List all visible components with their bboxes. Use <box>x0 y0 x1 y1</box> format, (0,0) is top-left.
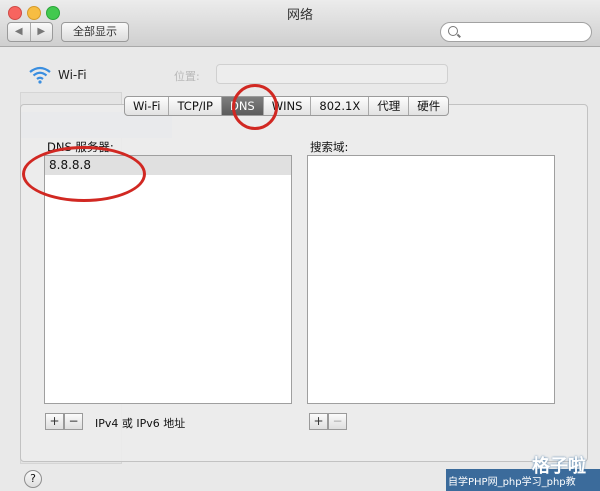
dns-address-hint: IPv4 或 IPv6 地址 <box>95 417 186 430</box>
location-label: 位置: <box>174 70 200 83</box>
add-dns-server-button[interactable]: + <box>45 413 64 430</box>
tab-tcpip[interactable]: TCP/IP <box>169 97 222 115</box>
service-name: Wi-Fi <box>58 68 87 82</box>
search-domains-list[interactable] <box>307 155 555 404</box>
search-domains-label: 搜索域: <box>310 140 349 154</box>
back-button[interactable]: ◀ <box>8 23 31 41</box>
tab-hardware[interactable]: 硬件 <box>409 97 448 115</box>
search-icon <box>448 26 458 36</box>
dns-server-highlight-circle <box>22 146 146 202</box>
window-title: 网络 <box>286 8 313 23</box>
wifi-icon <box>29 66 51 84</box>
remove-dns-server-button[interactable]: − <box>64 413 83 430</box>
settings-tabs: Wi-Fi TCP/IP DNS WINS 802.1X 代理 硬件 <box>124 96 450 116</box>
watermark-site: 自学PHP网_php学习_php教 <box>448 477 576 488</box>
remove-search-domain-button[interactable]: − <box>328 413 347 430</box>
help-button[interactable]: ? <box>24 470 42 488</box>
tab-wifi[interactable]: Wi-Fi <box>125 97 170 115</box>
show-all-button[interactable]: 全部显示 <box>61 22 129 42</box>
back-forward-buttons: ◀ ▶ <box>7 22 53 42</box>
network-preferences-window: 网络 ◀ ▶ 全部显示 Wi-Fi 位置: Wi-Fi TCP/IP DNS W… <box>0 0 600 491</box>
forward-button[interactable]: ▶ <box>31 23 53 41</box>
tab-8021x[interactable]: 802.1X <box>311 97 370 115</box>
tab-proxies[interactable]: 代理 <box>369 97 410 115</box>
title-toolbar: 网络 ◀ ▶ 全部显示 <box>0 0 600 47</box>
search-field[interactable] <box>440 22 592 42</box>
add-search-domain-button[interactable]: + <box>309 413 328 430</box>
location-popup <box>216 64 448 84</box>
dns-tab-highlight-circle <box>232 84 278 130</box>
